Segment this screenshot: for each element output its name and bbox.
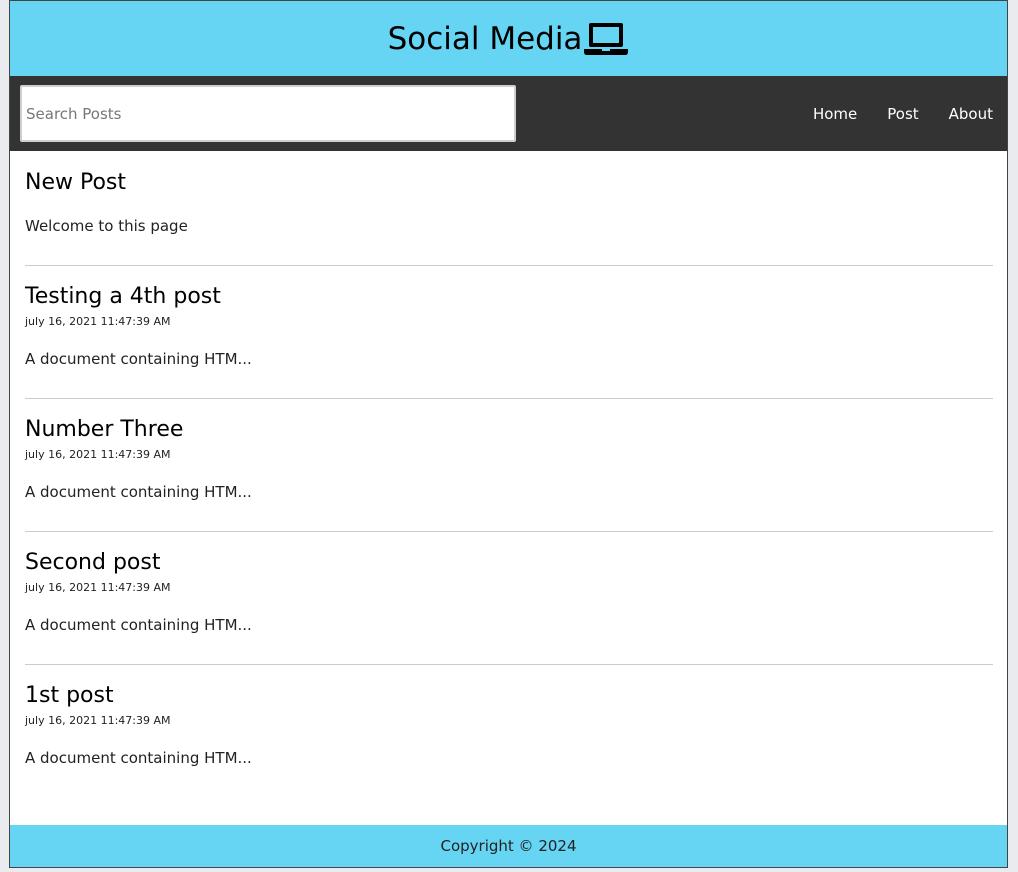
post-title[interactable]: 1st post	[25, 681, 993, 710]
post-body: A document containing HTM...	[25, 616, 252, 634]
post-body: Welcome to this page	[25, 217, 188, 235]
post-body: A document containing HTM...	[25, 350, 252, 368]
post-title[interactable]: New Post	[25, 168, 993, 197]
app-window: Social Media Home Post About New Post We…	[9, 0, 1008, 868]
laptop-icon	[583, 20, 629, 58]
post-item: Testing a 4th post july 16, 2021 11:47:3…	[25, 266, 993, 399]
post-body: A document containing HTM...	[25, 749, 252, 767]
post-title[interactable]: Second post	[25, 548, 993, 577]
post-item: 1st post july 16, 2021 11:47:39 AM A doc…	[25, 665, 993, 797]
site-title-text: Social Media	[387, 20, 583, 57]
post-date: july 16, 2021 11:47:39 AM	[25, 448, 171, 461]
post-date: july 16, 2021 11:47:39 AM	[25, 714, 171, 727]
nav-link-about[interactable]: About	[949, 105, 993, 123]
site-footer: Copyright © 2024	[10, 825, 1007, 867]
nav-link-home[interactable]: Home	[813, 105, 857, 123]
post-date: july 16, 2021 11:47:39 AM	[25, 315, 171, 328]
post-body: A document containing HTM...	[25, 483, 252, 501]
site-header: Social Media	[10, 1, 1007, 76]
post-feed: New Post Welcome to this page Testing a …	[10, 151, 1007, 825]
site-title: Social Media	[388, 20, 630, 58]
nav-bar: Home Post About	[10, 76, 1007, 151]
post-title[interactable]: Number Three	[25, 415, 993, 444]
post-item: Number Three july 16, 2021 11:47:39 AM A…	[25, 399, 993, 532]
copyright-text: Copyright © 2024	[440, 837, 577, 855]
nav-links: Home Post About	[813, 105, 993, 123]
nav-link-post[interactable]: Post	[887, 105, 918, 123]
post-title[interactable]: Testing a 4th post	[25, 282, 993, 311]
post-item: Second post july 16, 2021 11:47:39 AM A …	[25, 532, 993, 665]
search-input[interactable]	[20, 85, 516, 142]
post-item: New Post Welcome to this page	[25, 151, 993, 266]
post-date: july 16, 2021 11:47:39 AM	[25, 581, 171, 594]
